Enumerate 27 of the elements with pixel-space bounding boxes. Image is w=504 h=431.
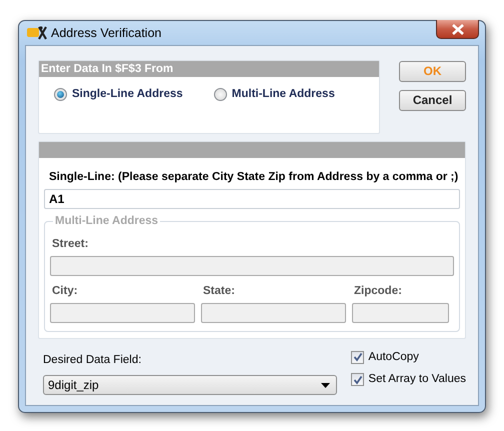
field-label: City: (52, 284, 79, 298)
checkbox-label: Set Array to Values (368, 372, 466, 387)
single-line-field[interactable]: A1 (44, 189, 460, 209)
single-line-label: Single-Line: (Please separate City State Zip from Address by a comma or ;) (49, 170, 460, 185)
cancel-button[interactable]: Cancel (399, 90, 466, 111)
close-button[interactable] (436, 20, 479, 39)
text-field[interactable] (50, 303, 195, 323)
checkbox[interactable] (351, 373, 364, 386)
window-title: Address Verification (51, 24, 162, 42)
dropdown-arrow-icon (321, 382, 330, 388)
desired-field-label: Desired Data Field: (43, 352, 142, 368)
radio-label[interactable]: Single-Line Address (72, 86, 183, 103)
app-logo-icon (27, 26, 47, 40)
group-header: Enter Data In $F$3 From (39, 60, 379, 77)
checkbox-label: AutoCopy (368, 350, 419, 365)
field-label: Zipcode: (354, 284, 403, 298)
radio-label[interactable]: Multi-Line Address (232, 86, 335, 103)
text-field[interactable] (50, 256, 454, 276)
field-label: Street: (52, 237, 90, 251)
radio-button[interactable] (214, 88, 227, 101)
text-field[interactable] (352, 303, 449, 323)
radio-button[interactable] (54, 88, 67, 101)
field-label: State: (203, 284, 236, 298)
checkbox[interactable] (351, 350, 364, 364)
text-field[interactable] (201, 303, 346, 323)
close-icon (450, 24, 464, 34)
desired-field-dropdown[interactable]: 9digit_zip (43, 375, 337, 395)
